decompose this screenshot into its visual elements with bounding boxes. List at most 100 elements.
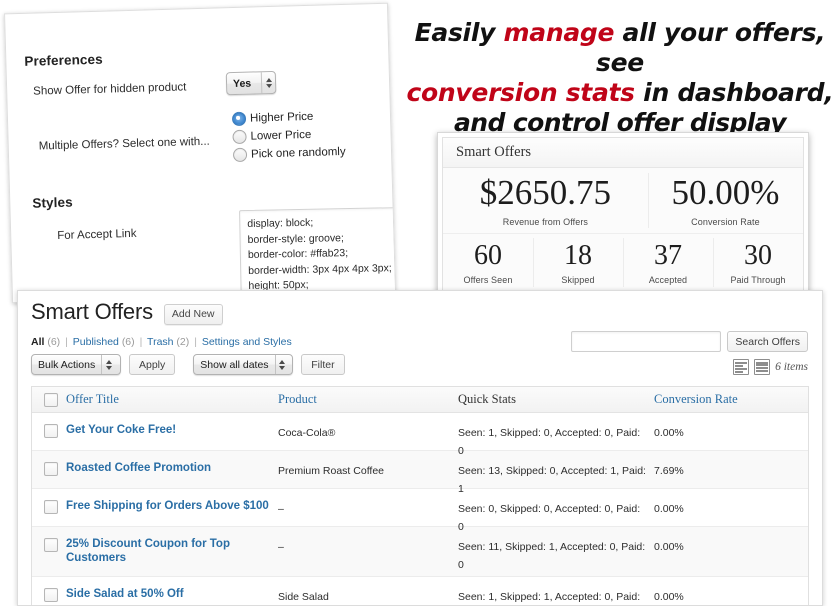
apply-button[interactable]: Apply: [129, 354, 176, 375]
stats-bottom-row: 60 Offers Seen 18 Skipped 37 Accepted 30…: [443, 234, 803, 291]
search-area: Search Offers: [571, 331, 808, 352]
status-link-all[interactable]: All: [31, 336, 44, 348]
offer-conversion-rate: 0.00%: [654, 427, 684, 439]
table-row[interactable]: 25% Discount Coupon for Top Customers – …: [32, 527, 808, 577]
column-header-conversion-rate[interactable]: Conversion Rate: [654, 392, 808, 407]
row-select-cell: [32, 461, 66, 476]
stat-label: Conversion Rate: [691, 216, 760, 227]
date-filter-select[interactable]: Show all dates: [193, 354, 294, 375]
bulk-actions-value: Bulk Actions: [38, 358, 96, 371]
stat-paid-through: 30 Paid Through: [713, 234, 803, 291]
smart-offers-list-panel: Smart Offers Add New All (6) | Published…: [17, 290, 823, 606]
select-all-checkbox[interactable]: [44, 392, 58, 407]
stat-label: Skipped: [561, 275, 595, 286]
status-link-trash[interactable]: Trash: [147, 336, 173, 348]
stats-widget-title: Smart Offers: [443, 138, 803, 168]
table-row[interactable]: Side Salad at 50% Off Side Salad Seen: 1…: [32, 577, 808, 605]
table-row[interactable]: Get Your Coke Free! Coca-Cola® Seen: 1, …: [32, 413, 808, 457]
add-new-button[interactable]: Add New: [163, 303, 223, 325]
offer-quick-stats: Seen: 1, Skipped: 0, Accepted: 0, Paid: …: [458, 427, 641, 457]
row-checkbox[interactable]: [44, 538, 58, 552]
offer-conversion-rate: 7.69%: [654, 465, 684, 477]
table-nav-toolbar: Bulk Actions Apply Show all dates Filter: [31, 354, 345, 375]
status-separator: |: [139, 336, 143, 348]
stat-skipped: 18 Skipped: [533, 234, 623, 291]
headline-highlight-conversion-stats: conversion stats: [406, 78, 636, 107]
stepper-arrows-icon: [102, 359, 115, 370]
row-checkbox[interactable]: [44, 500, 58, 514]
status-count-published: (6): [121, 336, 135, 348]
stat-revenue: $2650.75 Revenue from Offers: [443, 168, 648, 233]
radio-dot-icon: [232, 129, 247, 145]
search-input[interactable]: [571, 331, 722, 352]
preferences-heading: Preferences: [24, 51, 103, 69]
bulk-actions-select[interactable]: Bulk Actions: [31, 354, 121, 375]
offer-title-link[interactable]: Side Salad at 50% Off: [66, 587, 272, 601]
offer-product: Side Salad: [278, 591, 329, 603]
column-header-product[interactable]: Product: [278, 392, 458, 407]
offer-title-link[interactable]: Roasted Coffee Promotion: [66, 461, 272, 475]
offer-title-link[interactable]: 25% Discount Coupon for Top Customers: [66, 537, 264, 565]
stat-label: Paid Through: [730, 275, 786, 286]
stat-offers-seen: 60 Offers Seen: [443, 234, 533, 291]
multiple-offers-radio-group: Higher Price Lower Price Pick one random…: [231, 108, 346, 165]
stat-accepted: 37 Accepted: [623, 234, 713, 291]
status-filter-links: All (6) | Published (6) | Trash (2) | Se…: [31, 336, 292, 348]
offer-product: Coca-Cola®: [278, 427, 336, 439]
styles-heading: Styles: [32, 194, 73, 211]
status-separator: |: [194, 336, 197, 348]
select-all-header: [32, 392, 66, 407]
radio-dot-icon: [231, 111, 247, 127]
row-checkbox[interactable]: [44, 424, 58, 438]
filter-button[interactable]: Filter: [301, 354, 345, 375]
offer-title-link[interactable]: Get Your Coke Free!: [66, 423, 272, 437]
stats-top-row: $2650.75 Revenue from Offers 50.00% Conv…: [443, 168, 803, 234]
multiple-offers-label: Multiple Offers? Select one with...: [38, 135, 210, 153]
stepper-arrows-icon: [262, 77, 275, 88]
excerpt-view-icon[interactable]: [754, 359, 771, 375]
search-offers-button[interactable]: Search Offers: [727, 331, 808, 352]
radio-option-pick-random[interactable]: Pick one randomly: [232, 144, 346, 163]
row-select-cell: [32, 537, 66, 552]
row-select-cell: [32, 499, 66, 514]
status-link-published[interactable]: Published: [73, 336, 119, 348]
headline-text-3: in dashboard,: [634, 78, 834, 107]
stat-label: Revenue from Offers: [502, 216, 589, 227]
css-line: border-width: 3px 4px 4px 3px;: [248, 261, 392, 277]
accept-link-css-textarea[interactable]: display: block; border-style: groove; bo…: [239, 206, 396, 304]
column-header-offer-title[interactable]: Offer Title: [66, 392, 278, 407]
stat-label: Accepted: [648, 275, 688, 286]
headline-text-2: all your offers, see: [596, 18, 826, 77]
hidden-product-select[interactable]: Yes: [225, 70, 277, 96]
offer-product: Premium Roast Coffee: [278, 465, 385, 477]
offer-quick-stats: Seen: 1, Skipped: 1, Accepted: 0, Paid: …: [458, 591, 641, 603]
list-view-icon[interactable]: [733, 359, 750, 375]
radio-dot-icon: [232, 147, 248, 163]
stat-value: 60: [474, 239, 502, 271]
offer-quick-stats: Seen: 13, Skipped: 0, Accepted: 1, Paid:…: [458, 465, 646, 495]
stat-conversion-rate: 50.00% Conversion Rate: [647, 168, 803, 233]
table-row[interactable]: Free Shipping for Orders Above $100 – Se…: [32, 489, 808, 533]
preferences-settings-card: Preferences Show Offer for hidden produc…: [4, 2, 396, 304]
row-checkbox[interactable]: [44, 462, 58, 476]
radio-option-lower-price[interactable]: Lower Price: [232, 126, 345, 145]
stat-label: Offers Seen: [463, 275, 513, 286]
smart-offers-stats-widget: Smart Offers $2650.75 Revenue from Offer…: [437, 132, 809, 304]
page-title-row: Smart Offers Add New: [31, 299, 223, 325]
radio-label: Pick one randomly: [250, 145, 346, 161]
stat-value: 37: [654, 239, 682, 271]
offer-product: –: [278, 541, 284, 553]
offer-conversion-rate: 0.00%: [654, 503, 684, 515]
offer-quick-stats: Seen: 11, Skipped: 1, Accepted: 0, Paid:…: [458, 541, 646, 571]
table-row[interactable]: Roasted Coffee Promotion Premium Roast C…: [32, 451, 808, 495]
offers-table: Offer Title Product Quick Stats Conversi…: [31, 386, 809, 605]
offer-quick-stats: Seen: 0, Skipped: 0, Accepted: 0, Paid: …: [458, 503, 641, 533]
radio-label: Lower Price: [250, 128, 312, 143]
table-header-row: Offer Title Product Quick Stats Conversi…: [32, 387, 808, 413]
date-filter-value: Show all dates: [200, 358, 269, 371]
stat-value: $2650.75: [479, 173, 612, 212]
stat-value: 18: [564, 239, 592, 271]
offer-title-link[interactable]: Free Shipping for Orders Above $100: [66, 499, 272, 513]
status-link-settings-and-styles[interactable]: Settings and Styles: [202, 336, 292, 348]
radio-option-higher-price[interactable]: Higher Price: [231, 108, 345, 127]
